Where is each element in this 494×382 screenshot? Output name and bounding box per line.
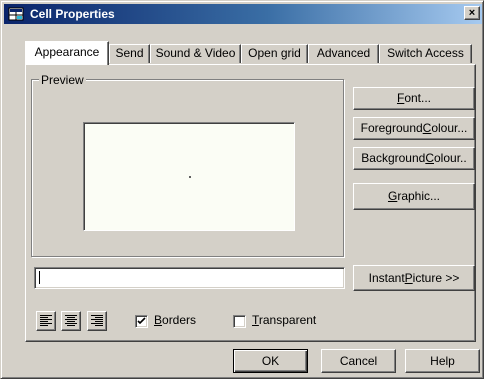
tab-open-grid[interactable]: Open grid [241,44,308,63]
font-button[interactable]: Font... [353,87,475,110]
help-button[interactable]: Help [405,349,480,373]
tab-label: Sound & Video [155,46,236,60]
instant-picture-button[interactable]: Instant Picture >> [353,265,475,291]
transparent-label[interactable]: Transparent [252,313,316,327]
tab-label: Send [115,46,144,60]
text-caret [39,271,40,284]
background-colour-label: Background Colour.. [361,151,467,165]
align-center-icon [65,315,77,326]
foreground-colour-button[interactable]: Foreground Colour... [353,117,475,140]
cell-preview [83,122,295,231]
instant-picture-label: Instant Picture >> [368,271,460,285]
foreground-colour-label: Foreground Colour... [360,121,468,135]
help-label: Help [430,354,455,368]
tab-switch-access[interactable]: Switch Access [379,44,472,63]
graphic-button-label: Graphic... [387,189,441,203]
tab-label: Switch Access [387,46,464,60]
borders-checkbox[interactable] [135,315,148,328]
tab-appearance[interactable]: Appearance [25,41,109,65]
tab-sound-video[interactable]: Sound & Video [150,44,241,63]
cancel-label: Cancel [339,354,378,368]
tab-label: Appearance [34,45,100,59]
cancel-button[interactable]: Cancel [321,349,396,373]
ok-label: OK [261,354,280,368]
preview-content-dot [189,176,191,178]
title-bar[interactable]: Cell Properties × [4,4,482,24]
align-right-button[interactable] [87,311,107,331]
cell-text-input[interactable] [34,267,345,289]
align-left-icon [40,315,52,326]
tab-label: Advanced [316,46,371,60]
background-colour-button[interactable]: Background Colour.. [353,147,475,170]
window-title: Cell Properties [30,7,115,21]
align-right-icon [91,315,103,326]
align-center-button[interactable] [61,311,81,331]
ok-button[interactable]: OK [233,349,308,373]
tab-label: Open grid [248,46,301,60]
align-left-button[interactable] [36,311,56,331]
close-icon: × [468,7,476,19]
borders-label[interactable]: Borders [154,313,196,327]
graphic-button[interactable]: Graphic... [353,183,475,210]
preview-group-label: Preview [39,73,86,87]
transparent-checkbox[interactable] [233,315,246,328]
app-grid-icon [8,6,24,22]
cell-properties-dialog: Cell Properties × Appearance Send Sound … [0,0,484,379]
close-button[interactable]: × [464,6,480,20]
checkmark-icon [137,317,146,325]
tab-advanced[interactable]: Advanced [308,44,379,63]
font-button-label: Font... [396,91,432,105]
tab-send[interactable]: Send [109,44,150,63]
